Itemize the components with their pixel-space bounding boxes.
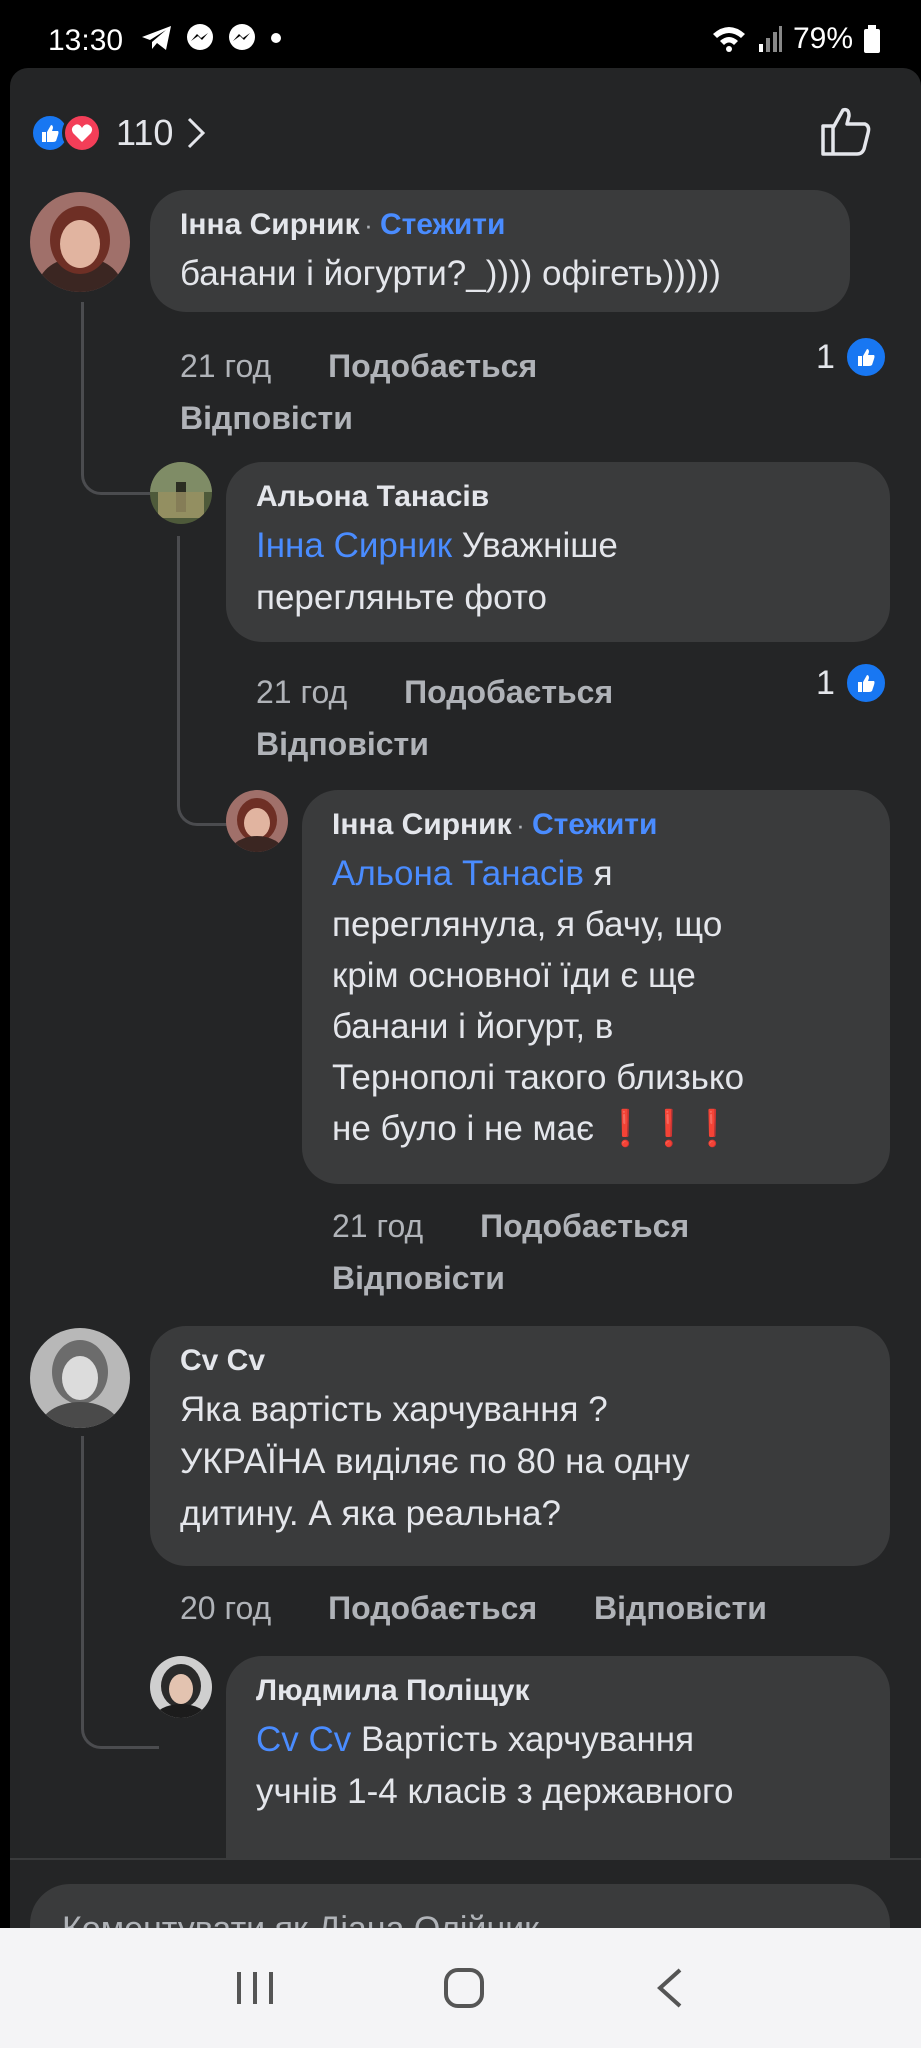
comment-text: банани і йогурти?_)))) офігеть))))) xyxy=(180,254,721,293)
comment-text-part: Уважніше xyxy=(452,526,618,565)
follow-link[interactable]: Стежити xyxy=(532,808,658,841)
notification-dot-icon xyxy=(271,33,281,43)
battery-icon xyxy=(864,25,880,53)
comment-actions: 21 год Подобається Відповісти xyxy=(332,1200,832,1304)
notification-icons xyxy=(140,22,284,54)
comment-text-line: крім основної їди є ще xyxy=(332,956,696,996)
avatar[interactable] xyxy=(226,790,288,852)
reactions-summary[interactable]: 110 xyxy=(30,108,207,158)
like-comment-button[interactable]: Подобається xyxy=(480,1208,689,1244)
comment-like-count[interactable]: 1 xyxy=(816,662,887,704)
like-comment-button[interactable]: Подобається xyxy=(328,348,537,384)
comment-author[interactable]: Альона Танасів xyxy=(256,480,860,514)
comments-sheet: 110 Інна Сирник · Стежити банани і йогур… xyxy=(10,68,921,1928)
comment-author[interactable]: Інна Сирник xyxy=(180,208,360,241)
like-post-button[interactable] xyxy=(819,104,873,163)
love-reaction-icon xyxy=(62,113,102,153)
like-comment-button[interactable]: Подобається xyxy=(404,674,613,710)
comment-bubble: Інна Сирник · Стежити Альона Танасів я п… xyxy=(302,790,890,1184)
reply-button[interactable]: Відповісти xyxy=(594,1590,767,1626)
separator-dot: · xyxy=(364,210,380,240)
recent-apps-icon[interactable] xyxy=(233,1968,277,2008)
comment-time: 20 год xyxy=(180,1590,272,1626)
comment-text-line: переглянула, я бачу, що xyxy=(332,905,723,945)
thread-line xyxy=(177,536,233,826)
comment-text-line: не було і не має xyxy=(332,1109,604,1149)
wifi-icon xyxy=(712,27,745,52)
comment-bubble: Альона Танасів Інна Сирник Уважніше перег… xyxy=(226,462,890,642)
comment-text-line: Тернополі такого близько xyxy=(332,1058,745,1098)
like-badge-icon xyxy=(844,336,887,378)
comment-time: 21 год xyxy=(180,348,272,384)
comment-text-part: я xyxy=(583,854,613,893)
comment-bubble: Cv Cv Яка вартість харчування ? УКРАЇНА … xyxy=(150,1326,890,1566)
comment-text: Яка вартість харчування ? УКРАЇНА виділя… xyxy=(180,1384,860,1539)
comment-actions: 21 год Подобається Відповісти xyxy=(180,340,680,444)
comment-like-number: 1 xyxy=(816,663,835,702)
comment-text-line: Яка вартість харчування ? xyxy=(180,1390,608,1429)
comment-text-line: учнів 1-4 класів з державного xyxy=(256,1771,734,1811)
reply-button[interactable]: Відповісти xyxy=(256,726,429,762)
home-icon[interactable] xyxy=(442,1966,486,2010)
comment-author[interactable]: Інна Сирник xyxy=(332,808,512,841)
comment-text: Інна Сирник Уважніше перегляньте фото xyxy=(256,520,860,624)
comment-text-line: перегляньте фото xyxy=(256,577,547,617)
thumbs-up-outline-icon xyxy=(821,107,871,156)
signal-icon xyxy=(758,26,782,52)
status-time: 13:30 xyxy=(48,24,124,57)
comment-time: 21 год xyxy=(256,674,348,710)
comment-time: 21 год xyxy=(332,1208,424,1244)
mention-link[interactable]: Інна Сирник xyxy=(256,526,452,565)
comment-text-line: УКРАЇНА виділяє по 80 на одну xyxy=(180,1441,690,1481)
reactions-count: 110 xyxy=(116,112,174,153)
comment-text-line: дитину. А яка реальна? xyxy=(180,1493,561,1533)
comment-text-line: банани і йогурт, в xyxy=(332,1007,614,1047)
comment-text: Альона Танасів я переглянула, я бачу, що… xyxy=(332,848,870,1155)
battery-percent: 79% xyxy=(792,22,853,55)
like-comment-button[interactable]: Подобається xyxy=(328,1590,537,1626)
exclamation-emoji: ❗❗❗ xyxy=(603,1109,735,1149)
mention-link[interactable]: Cv Cv xyxy=(256,1720,351,1759)
follow-link[interactable]: Стежити xyxy=(380,208,506,241)
comment-actions: 20 год Подобається Відповісти xyxy=(180,1582,900,1634)
avatar[interactable] xyxy=(150,462,212,524)
comment-text: Cv Cv Вартість харчування учнів 1-4 класі… xyxy=(256,1714,860,1818)
comment-text-part: Вартість харчування xyxy=(351,1720,695,1759)
avatar[interactable] xyxy=(150,1656,212,1718)
reply-button[interactable]: Відповісти xyxy=(332,1260,505,1296)
comment-actions: 21 год Подобається Відповісти xyxy=(256,666,756,770)
reply-button[interactable]: Відповісти xyxy=(180,400,353,436)
system-icons: 79% xyxy=(711,22,881,56)
comment-input[interactable]: Коментувати як Діана Олійник xyxy=(30,1884,890,1928)
messenger-icon-2 xyxy=(229,24,255,50)
chevron-right-icon xyxy=(188,117,206,149)
telegram-icon xyxy=(142,26,171,50)
avatar[interactable] xyxy=(30,1328,130,1428)
thread-line xyxy=(81,1436,159,1749)
comment-author[interactable]: Людмила Поліщук xyxy=(256,1674,860,1708)
system-navigation-bar xyxy=(0,1928,921,2048)
comment-author[interactable]: Cv Cv xyxy=(180,1344,860,1378)
back-icon[interactable] xyxy=(652,1966,688,2010)
avatar[interactable] xyxy=(30,192,130,292)
comment-bubble: Інна Сирник · Стежити банани і йогурти?_… xyxy=(150,190,850,312)
thread-line xyxy=(81,302,159,495)
mention-link[interactable]: Альона Танасів xyxy=(332,854,584,893)
comment-like-number: 1 xyxy=(816,337,835,376)
comment-composer-bar: Коментувати як Діана Олійник xyxy=(10,1858,921,1928)
like-badge-icon xyxy=(844,662,887,704)
separator-dot: · xyxy=(516,810,532,840)
comment-like-count[interactable]: 1 xyxy=(816,336,887,378)
messenger-icon xyxy=(187,24,213,50)
